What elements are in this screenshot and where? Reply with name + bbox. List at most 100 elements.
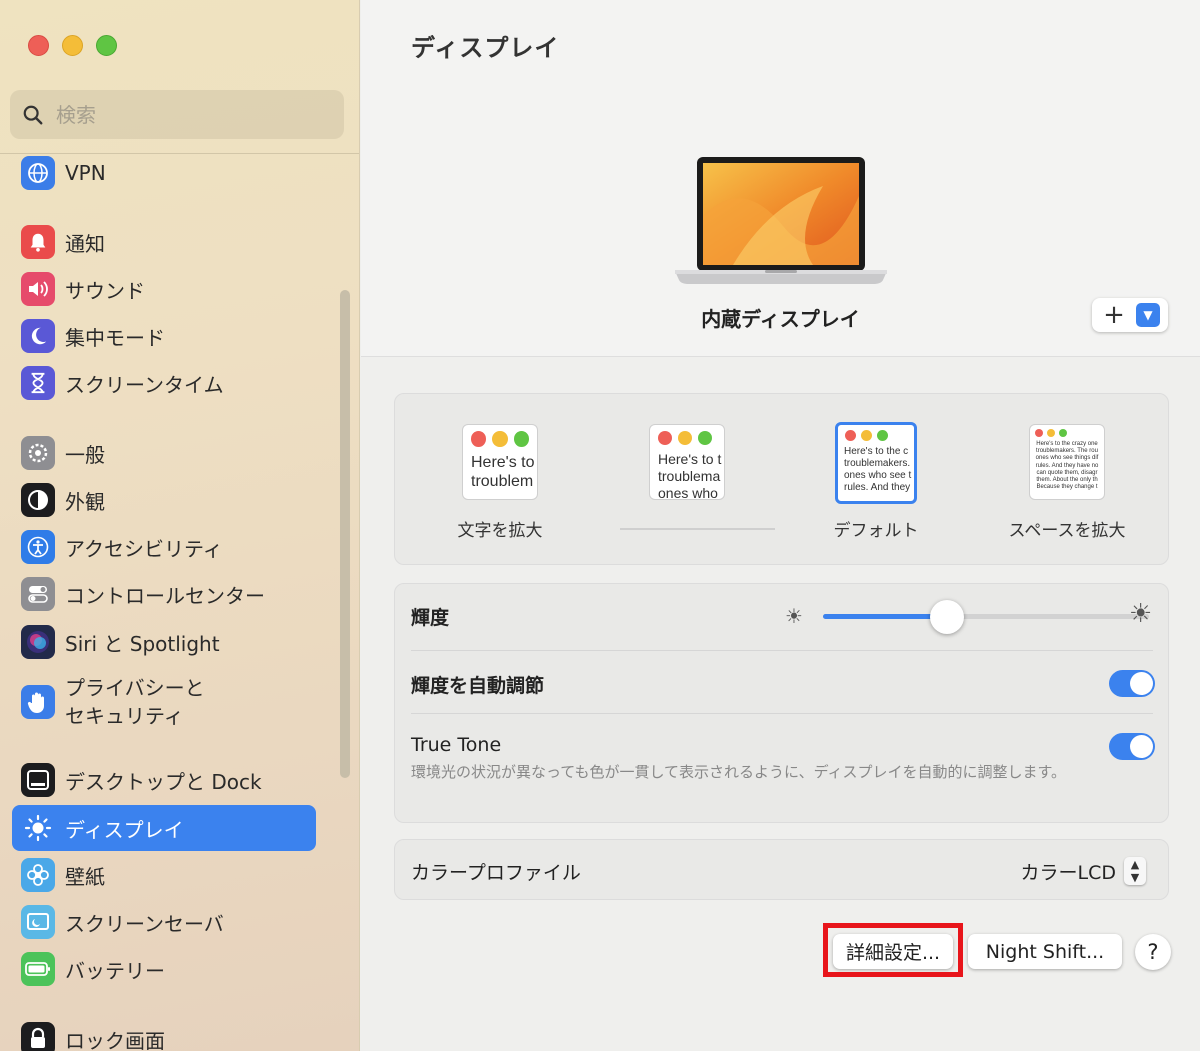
slider-knob[interactable] bbox=[929, 600, 964, 634]
sidebar-item-vpn[interactable]: VPN bbox=[12, 150, 316, 196]
resolution-label: デフォルト bbox=[833, 521, 919, 541]
resolution-label: 文字を拡大 bbox=[457, 521, 543, 541]
color-profile-label: カラープロファイル bbox=[411, 862, 581, 884]
sidebar-item-label: アクセシビリティ bbox=[65, 536, 223, 561]
brightness-label: 輝度 bbox=[411, 607, 450, 629]
hourglass-icon bbox=[21, 366, 55, 400]
close-button[interactable] bbox=[28, 35, 49, 56]
plus-icon: + bbox=[1103, 300, 1125, 330]
resolution-option-medium[interactable]: Here's to t troublema ones who bbox=[607, 424, 767, 500]
auto-brightness-toggle[interactable] bbox=[1109, 670, 1155, 697]
search-field[interactable] bbox=[10, 90, 344, 139]
sidebar: VPN 通知 サウンド 集中モード スクリーンタイム 一般 外観 bbox=[0, 0, 360, 1051]
moon-icon bbox=[21, 319, 55, 353]
brightness-high-icon: ☀ bbox=[1129, 599, 1153, 629]
divider bbox=[411, 650, 1153, 651]
night-shift-button[interactable]: Night Shift... bbox=[968, 934, 1122, 969]
globe-icon bbox=[21, 156, 55, 190]
window-controls bbox=[28, 35, 117, 56]
screensaver-icon bbox=[21, 905, 55, 939]
sidebar-item-label: スクリーンタイム bbox=[65, 372, 224, 397]
sidebar-scrollbar[interactable] bbox=[340, 290, 350, 778]
resolution-option-default[interactable]: Here's to the c troublemakers. ones who … bbox=[796, 422, 956, 541]
sidebar-item-label: Siri と Spotlight bbox=[65, 631, 220, 656]
sidebar-item-accessibility[interactable]: アクセシビリティ bbox=[12, 524, 316, 570]
true-tone-toggle[interactable] bbox=[1109, 733, 1155, 760]
sidebar-item-screen-saver[interactable]: スクリーンセーバ bbox=[12, 899, 316, 945]
chevron-updown-icon[interactable]: ▲ ▼ bbox=[1124, 857, 1146, 885]
search-icon bbox=[23, 105, 43, 124]
true-tone-label: True Tone bbox=[411, 734, 502, 756]
speaker-icon bbox=[21, 272, 55, 306]
sidebar-item-control-center[interactable]: コントロールセンター bbox=[12, 571, 316, 617]
sidebar-item-label: コントロールセンター bbox=[65, 583, 265, 608]
display-options: 輝度 ☀ ☀ 輝度を自動調節 True Tone 環境光の状況が異なっても色が一… bbox=[394, 583, 1169, 823]
sidebar-item-sound[interactable]: サウンド bbox=[12, 266, 316, 312]
sample-text: Here's to the c troublemakers. ones who … bbox=[844, 446, 912, 493]
add-display-button[interactable]: + ▼ bbox=[1092, 298, 1168, 332]
bell-icon bbox=[21, 225, 55, 259]
page-title: ディスプレイ bbox=[411, 34, 560, 62]
search-input[interactable] bbox=[56, 102, 316, 127]
toggles-icon bbox=[21, 577, 55, 611]
resolution-option-more-space[interactable]: Here's to the crazy one troublemakers. T… bbox=[987, 424, 1147, 541]
sidebar-item-label: 外観 bbox=[65, 489, 105, 514]
dock-icon bbox=[21, 763, 55, 797]
divider bbox=[411, 713, 1153, 714]
help-button[interactable]: ? bbox=[1135, 934, 1171, 970]
minimize-button[interactable] bbox=[62, 35, 83, 56]
brightness-low-icon: ☀ bbox=[785, 604, 803, 628]
true-tone-description: 環境光の状況が異なっても色が一貫して表示されるように、ディスプレイを自動的に調整… bbox=[411, 763, 1067, 781]
color-profile-row: カラープロファイル カラーLCD ▲ ▼ bbox=[394, 839, 1169, 900]
sidebar-item-label: ロック画面 bbox=[65, 1028, 165, 1051]
sidebar-item-label: プライバシーと セキュリティ bbox=[65, 676, 205, 728]
siri-icon bbox=[21, 625, 55, 659]
sidebar-item-label: VPN bbox=[65, 161, 106, 185]
sidebar-item-screen-time[interactable]: スクリーンタイム bbox=[12, 360, 316, 406]
sidebar-item-label: バッテリー bbox=[65, 958, 165, 983]
hand-icon bbox=[21, 685, 55, 719]
gear-icon bbox=[21, 436, 55, 470]
sidebar-item-displays[interactable]: ディスプレイ bbox=[12, 805, 316, 851]
chevron-down-icon[interactable]: ▼ bbox=[1136, 303, 1160, 327]
sample-text: Here's to t troublema ones who bbox=[658, 451, 722, 500]
sidebar-item-general[interactable]: 一般 bbox=[12, 430, 316, 476]
sidebar-item-appearance[interactable]: 外観 bbox=[12, 477, 316, 523]
resolution-thumbnail: Here's to troublem bbox=[462, 424, 538, 500]
resolution-option-larger-text[interactable]: Here's to troublem 文字を拡大 bbox=[420, 424, 580, 541]
brightness-slider[interactable]: ☀ ☀ bbox=[785, 600, 1155, 634]
sidebar-item-lock-screen[interactable]: ロック画面 bbox=[12, 1016, 316, 1051]
brightness-icon bbox=[21, 811, 55, 845]
sidebar-item-siri-spotlight[interactable]: Siri と Spotlight bbox=[12, 619, 316, 665]
sidebar-item-privacy-security[interactable]: プライバシーと セキュリティ bbox=[12, 672, 316, 732]
sidebar-item-label: 一般 bbox=[65, 442, 105, 467]
appearance-icon bbox=[21, 483, 55, 517]
color-profile-value[interactable]: カラーLCD bbox=[1021, 858, 1116, 885]
sample-text: Here's to troublem bbox=[471, 454, 535, 491]
resolution-thumbnail: Here's to the c troublemakers. ones who … bbox=[835, 422, 917, 504]
sidebar-item-label: 通知 bbox=[65, 231, 105, 256]
sidebar-item-battery[interactable]: バッテリー bbox=[12, 946, 316, 992]
resolution-label: スペースを拡大 bbox=[1008, 521, 1126, 541]
sidebar-item-label: ディスプレイ bbox=[65, 817, 184, 842]
highlight-box bbox=[823, 923, 963, 977]
sidebar-item-notifications[interactable]: 通知 bbox=[12, 219, 316, 265]
sidebar-item-label: サウンド bbox=[65, 278, 145, 303]
battery-icon bbox=[21, 952, 55, 986]
sidebar-item-label: スクリーンセーバ bbox=[65, 911, 224, 936]
laptop-icon bbox=[675, 157, 887, 284]
zoom-button[interactable] bbox=[96, 35, 117, 56]
sidebar-item-desktop-dock[interactable]: デスクトップと Dock bbox=[12, 757, 316, 803]
auto-brightness-label: 輝度を自動調節 bbox=[411, 675, 545, 697]
flower-icon bbox=[21, 858, 55, 892]
sidebar-item-focus[interactable]: 集中モード bbox=[12, 313, 316, 359]
sidebar-item-label: デスクトップと Dock bbox=[65, 769, 262, 794]
resolution-thumbnail: Here's to t troublema ones who bbox=[649, 424, 725, 500]
main-pane: 内蔵ディスプレイ + ▼ ディスプレイ Here's to troublem 文… bbox=[361, 0, 1200, 1051]
sidebar-item-wallpaper[interactable]: 壁紙 bbox=[12, 852, 316, 898]
sample-text: Here's to the crazy one troublemakers. T… bbox=[1035, 441, 1099, 491]
accessibility-icon bbox=[21, 530, 55, 564]
resolution-thumbnail: Here's to the crazy one troublemakers. T… bbox=[1029, 424, 1105, 500]
resolution-picker: Here's to troublem 文字を拡大 Here's to t tro… bbox=[394, 393, 1169, 565]
sidebar-item-label: 集中モード bbox=[65, 325, 165, 350]
